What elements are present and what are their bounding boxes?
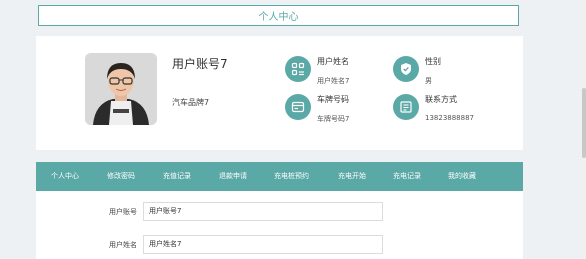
user-card-icon: [285, 56, 311, 82]
form-label-name: 用户姓名: [109, 241, 137, 249]
tab-refund-request[interactable]: 退款申请: [219, 162, 247, 191]
tab-charging-start[interactable]: 充电开始: [338, 162, 366, 191]
avatar-image: [85, 53, 157, 125]
account-input[interactable]: 用户账号7: [143, 202, 383, 221]
profile-card: 用户账号7 汽车品牌7 用户姓名 用户姓名7 性别 男 车牌号码 车牌号码7 联…: [36, 36, 523, 150]
avatar[interactable]: [85, 53, 157, 125]
name-input[interactable]: 用户姓名7: [143, 235, 383, 254]
contact-icon: [393, 94, 419, 120]
page-scrollbar[interactable]: [581, 0, 586, 259]
info-label: 联系方式: [425, 95, 457, 104]
tab-charging-records[interactable]: 充电记录: [393, 162, 421, 191]
info-label: 性别: [425, 57, 441, 66]
nav-bar: 个人中心 修改密码 充值记录 退款申请 充电桩预约 充电开始 充电记录 我的收藏: [36, 162, 523, 191]
info-value: 车牌号码7: [317, 115, 350, 123]
page-container: 个人中心 用户账号7 汽车品牌7 用户姓名 用户姓名7 性别 男 车牌号码 车牌…: [36, 0, 523, 259]
scrollbar-thumb[interactable]: [582, 88, 586, 158]
profile-form: 用户账号 用户账号7 用户姓名 用户姓名7: [36, 191, 523, 259]
info-value: 用户姓名7: [317, 77, 350, 85]
page-title: 个人中心: [258, 12, 299, 23]
info-label: 用户姓名: [317, 57, 349, 66]
tab-change-password[interactable]: 修改密码: [107, 162, 135, 191]
tab-favorites[interactable]: 我的收藏: [448, 162, 476, 191]
tab-charger-booking[interactable]: 充电桩预约: [274, 162, 309, 191]
tab-personal-center[interactable]: 个人中心: [51, 162, 79, 191]
shield-icon: [393, 56, 419, 82]
info-value: 13823888887: [425, 114, 474, 122]
page-title-bar: 个人中心: [38, 5, 519, 26]
info-value: 男: [425, 77, 432, 85]
username: 用户账号7: [172, 57, 228, 71]
card-icon: [285, 94, 311, 120]
form-label-account: 用户账号: [109, 208, 137, 216]
tab-recharge-records[interactable]: 充值记录: [163, 162, 191, 191]
car-brand: 汽车品牌7: [172, 98, 210, 107]
info-label: 车牌号码: [317, 95, 349, 104]
